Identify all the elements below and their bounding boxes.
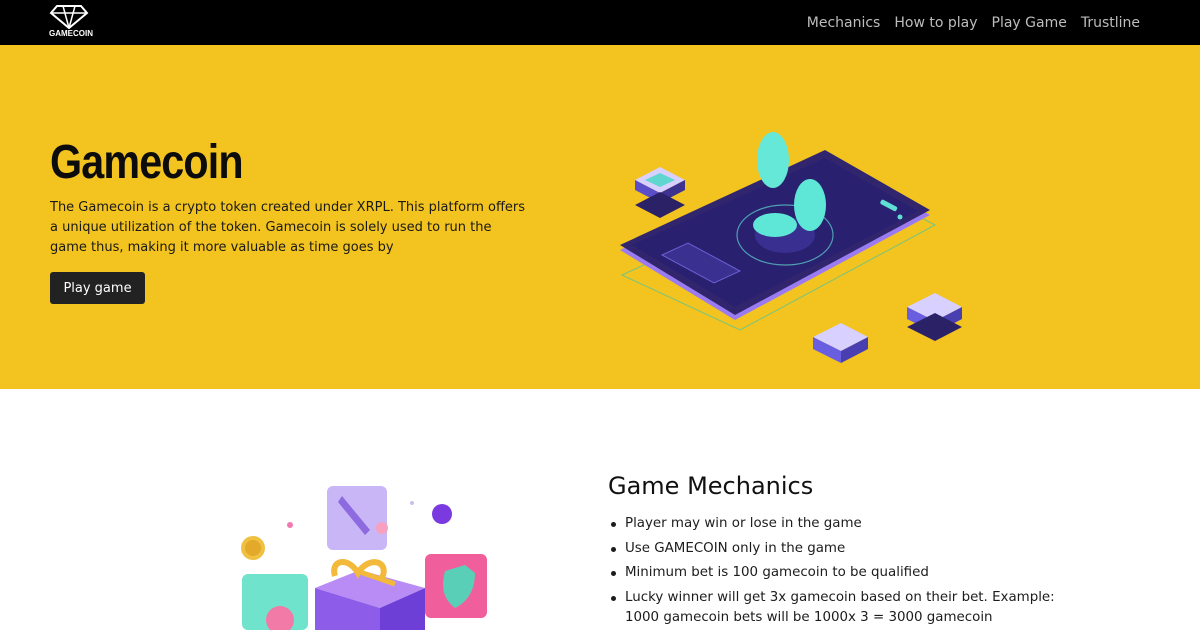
nav-link-how-to-play[interactable]: How to play	[894, 15, 977, 31]
mechanics-list-item: Minimum bet is 100 gamecoin to be qualif…	[608, 563, 1068, 583]
gift-box-illustration	[241, 486, 487, 630]
hero-section: Gamecoin The Gamecoin is a crypto token …	[0, 45, 1200, 389]
nav-links: Mechanics How to play Play Game Trustlin…	[807, 0, 1140, 45]
nav-link-trustline[interactable]: Trustline	[1081, 15, 1140, 31]
nav-link-mechanics[interactable]: Mechanics	[807, 15, 881, 31]
logo[interactable]: GAMECOIN	[49, 3, 93, 41]
mechanics-list: Player may win or lose in the game Use G…	[608, 514, 1068, 630]
phone-coin-illustration	[620, 132, 962, 363]
nav-link-play-game[interactable]: Play Game	[992, 15, 1067, 31]
diamond-logo-icon	[49, 5, 89, 31]
hero-title: Gamecoin	[50, 136, 244, 189]
mechanics-title: Game Mechanics	[608, 472, 814, 500]
mechanics-list-item: Use GAMECOIN only in the game	[608, 539, 1068, 559]
hero-description: The Gamecoin is a crypto token created u…	[50, 200, 526, 255]
play-game-button[interactable]: Play game	[50, 272, 145, 304]
logo-text: GAMECOIN	[49, 29, 93, 38]
navbar: GAMECOIN Mechanics How to play Play Game…	[0, 0, 1200, 45]
mechanics-list-item: Lucky winner will get 3x gamecoin based …	[608, 588, 1068, 628]
mechanics-list-item: Player may win or lose in the game	[608, 514, 1068, 534]
